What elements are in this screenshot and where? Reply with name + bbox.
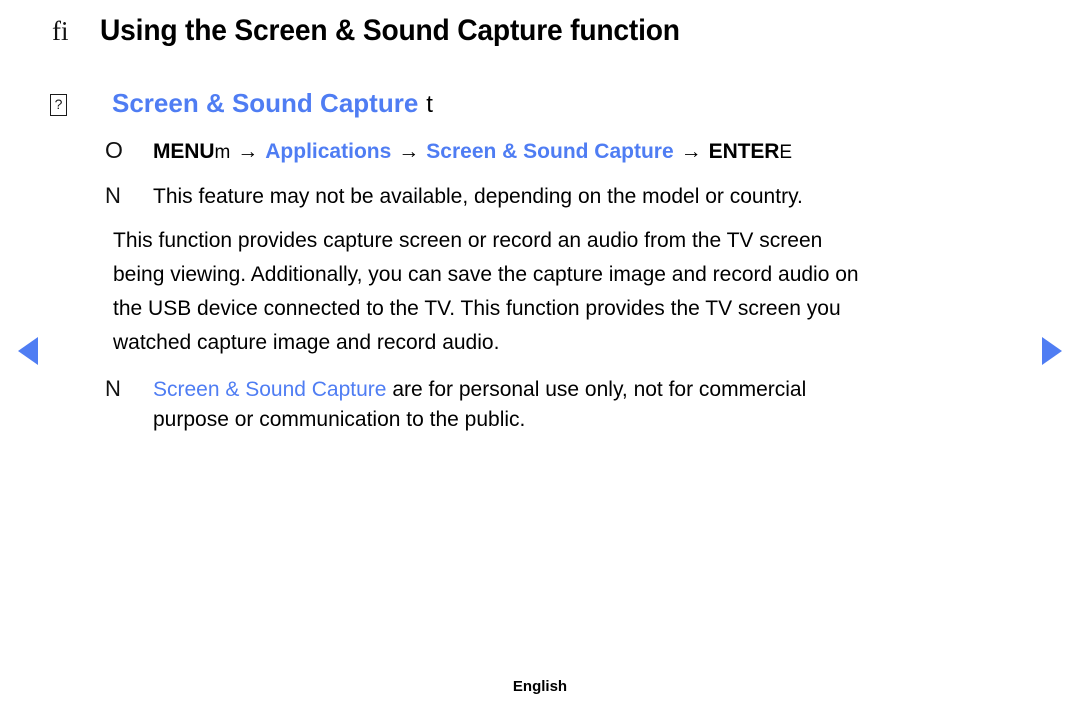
arrow-icon-1: →	[237, 140, 259, 163]
footer-language-label: English	[512, 678, 568, 695]
previous-page-arrow-icon[interactable]	[18, 337, 38, 365]
content-area: O MENUm → Applications → Screen & Sound Capt…	[105, 136, 1045, 443]
section-heading-row: ? Screen & Sound Capture t	[50, 88, 433, 119]
paragraph-line-2: being viewing. Additionally, you can sav…	[113, 263, 859, 286]
next-page-arrow-icon[interactable]	[1042, 337, 1062, 365]
note-highlight-feature-name: Screen & Sound Capture	[153, 378, 387, 401]
menu-path-body: MENUm → Applications → Screen & Sound Captur…	[153, 137, 1045, 167]
section-heading: Screen & Sound Capture	[112, 88, 419, 118]
note-row-commercial: N Screen & Sound Capture are for persona…	[105, 374, 1045, 435]
body-paragraph: This function provides capture screen or…	[105, 224, 1045, 360]
menu-step-applications[interactable]: Applications	[265, 140, 391, 163]
circle-marker-icon: O	[105, 137, 123, 163]
section-heading-suffix: t	[426, 91, 433, 118]
note-text-availability: This feature may not be available, depen…	[153, 185, 803, 208]
note-text-commercial: Screen & Sound Capture are for personal …	[153, 375, 1045, 435]
note-row-availability: N This feature may not be available, dep…	[105, 181, 1045, 212]
page-title-row: fi Using the Screen & Sound Capture func…	[52, 14, 717, 48]
menu-key-suffix: m	[214, 142, 231, 163]
arrow-icon-2: →	[398, 140, 420, 163]
paragraph-line-1: This function provides capture screen or…	[113, 229, 823, 252]
page-title: Using the Screen & Sound Capture functio…	[100, 14, 680, 47]
enter-key-suffix: E	[779, 142, 793, 163]
menu-key-label: MENU	[153, 140, 215, 163]
paragraph-line-3: the USB device connected to the TV. This…	[113, 297, 841, 320]
note-commercial-rest: are for personal use only, not for comme…	[386, 378, 807, 401]
note-marker-icon: N	[105, 183, 121, 208]
note-marker-icon-2: N	[105, 376, 121, 401]
missing-glyph-bullet-icon: ?	[50, 94, 67, 116]
arrow-icon-3: →	[680, 140, 702, 163]
enter-key-label: ENTER	[708, 140, 780, 163]
menu-path-row: O MENUm → Applications → Screen & Sound Capt…	[105, 136, 1045, 167]
note-commercial-line2: purpose or communication to the public.	[153, 408, 526, 431]
menu-step-screen-sound-capture[interactable]: Screen & Sound Capture	[426, 140, 673, 163]
title-marker-icon: fi	[52, 16, 69, 46]
paragraph-line-4: watched capture image and record audio.	[113, 331, 500, 354]
